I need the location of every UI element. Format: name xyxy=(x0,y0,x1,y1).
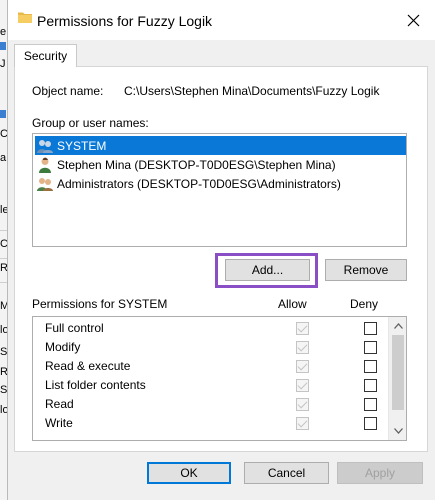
allow-checkbox[interactable] xyxy=(296,322,309,335)
deny-column-header: Deny xyxy=(350,297,379,311)
allow-column-header: Allow xyxy=(278,297,307,311)
bg-text-fragment: C xyxy=(0,128,7,140)
cancel-button[interactable]: Cancel xyxy=(244,462,329,484)
group-user-list[interactable]: SYSTEM Stephen Mina (DESKTOP-T0D0ESG\Ste… xyxy=(32,133,407,247)
deny-checkbox[interactable] xyxy=(364,322,377,335)
object-name-value: C:\Users\Stephen Mina\Documents\Fuzzy Lo… xyxy=(124,84,380,98)
bg-text-fragment: a xyxy=(0,152,7,164)
scroll-up-button[interactable] xyxy=(389,317,406,334)
permission-row: Read & execute xyxy=(33,357,388,376)
permission-row: Read xyxy=(33,395,388,414)
deny-checkbox[interactable] xyxy=(364,360,377,373)
folder-icon xyxy=(18,12,32,23)
bg-text-fragment: lo xyxy=(0,324,7,336)
apply-button[interactable]: Apply xyxy=(337,462,423,484)
permissions-list[interactable]: Full control Modify Read & execute List … xyxy=(32,316,407,441)
group-name: Stephen Mina (DESKTOP-T0D0ESG\Stephen Mi… xyxy=(57,157,336,172)
permissions-label: Permissions for SYSTEM xyxy=(32,297,168,311)
ok-button[interactable]: OK xyxy=(147,462,231,484)
groups-label: Group or user names: xyxy=(32,116,149,130)
permissions-dialog: Permissions for Fuzzy Logik Security Obj… xyxy=(7,0,435,500)
users-group-icon xyxy=(37,177,53,191)
background-window-strip: e J C a le C R M lo S R S lo xyxy=(0,0,7,500)
group-name: Administrators (DESKTOP-T0D0ESG\Administ… xyxy=(57,176,341,191)
permission-name: List folder contents xyxy=(45,378,146,392)
bg-text-fragment: le xyxy=(0,204,7,216)
deny-checkbox[interactable] xyxy=(364,398,377,411)
close-button[interactable] xyxy=(396,6,430,34)
bg-text-fragment: S xyxy=(0,384,7,396)
deny-checkbox[interactable] xyxy=(364,341,377,354)
allow-checkbox[interactable] xyxy=(296,398,309,411)
allow-checkbox[interactable] xyxy=(296,341,309,354)
permission-row: Write xyxy=(33,414,388,433)
bg-text-fragment: M xyxy=(0,300,7,312)
add-button[interactable]: Add... xyxy=(225,259,310,281)
dialog-title: Permissions for Fuzzy Logik xyxy=(37,13,213,29)
user-icon xyxy=(39,157,51,173)
deny-checkbox[interactable] xyxy=(364,417,377,430)
bg-folder-icon xyxy=(0,110,6,118)
scroll-thumb[interactable] xyxy=(392,335,404,410)
title-bar: Permissions for Fuzzy Logik xyxy=(8,0,435,40)
permission-row: Full control xyxy=(33,319,388,338)
allow-checkbox[interactable] xyxy=(296,417,309,430)
permission-name: Full control xyxy=(45,321,104,335)
permission-name: Modify xyxy=(45,340,81,354)
bg-text-fragment: C xyxy=(0,238,7,250)
bg-divider xyxy=(0,282,7,283)
permission-name: Write xyxy=(45,416,73,430)
bg-text-fragment: J xyxy=(0,58,6,70)
allow-checkbox[interactable] xyxy=(296,379,309,392)
tab-security[interactable]: Security xyxy=(14,44,77,67)
bg-text-fragment: R xyxy=(0,262,7,274)
list-item-system[interactable]: SYSTEM xyxy=(35,136,406,155)
security-panel: Object name: C:\Users\Stephen Mina\Docum… xyxy=(14,66,428,452)
object-name-label: Object name: xyxy=(32,84,104,98)
chevron-up-icon xyxy=(393,322,403,329)
permission-name: Read & execute xyxy=(45,359,131,373)
remove-button[interactable]: Remove xyxy=(325,259,407,281)
group-name: SYSTEM xyxy=(57,138,107,153)
allow-checkbox[interactable] xyxy=(296,360,309,373)
bg-folder-icon xyxy=(0,42,6,50)
permission-name: Read xyxy=(45,397,74,411)
bg-divider xyxy=(0,230,7,231)
bg-text-fragment: lo xyxy=(0,404,7,416)
bg-divider xyxy=(0,258,7,259)
scroll-down-button[interactable] xyxy=(389,422,406,439)
bg-text-fragment: e xyxy=(0,26,7,38)
list-item-administrators[interactable]: Administrators (DESKTOP-T0D0ESG\Administ… xyxy=(35,174,406,193)
permission-row: List folder contents xyxy=(33,376,388,395)
chevron-down-icon xyxy=(393,427,403,434)
deny-checkbox[interactable] xyxy=(364,379,377,392)
bg-text-fragment: S xyxy=(0,346,7,358)
list-item-stephen-mina[interactable]: Stephen Mina (DESKTOP-T0D0ESG\Stephen Mi… xyxy=(35,155,406,174)
permission-row: Modify xyxy=(33,338,388,357)
users-group-icon xyxy=(37,139,53,153)
bg-text-fragment: R xyxy=(0,366,7,378)
permissions-scrollbar[interactable] xyxy=(388,317,406,440)
close-icon xyxy=(407,14,419,26)
